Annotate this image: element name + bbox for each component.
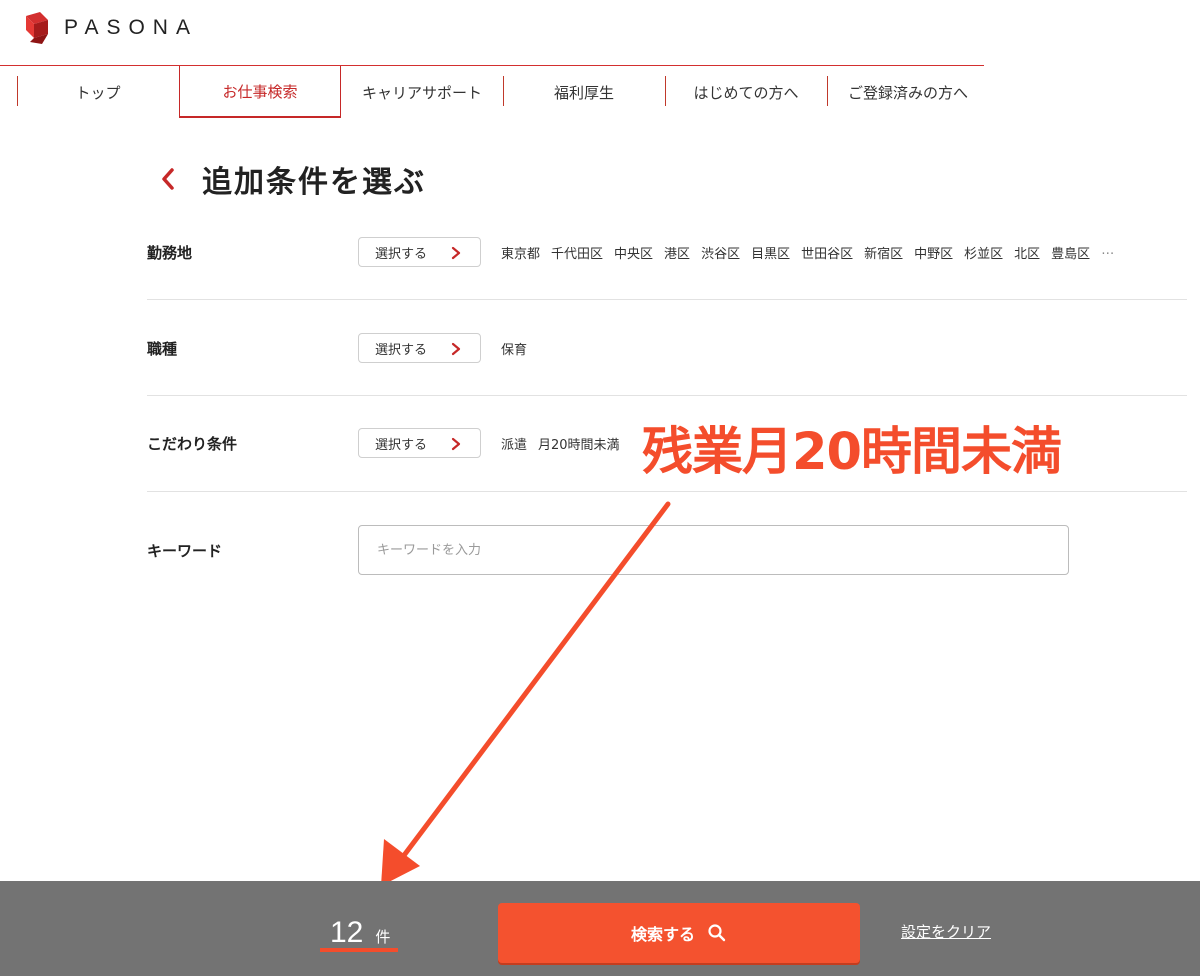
page-title: 追加条件を選ぶ xyxy=(202,165,426,200)
clear-settings-link[interactable]: 設定をクリア xyxy=(901,921,991,942)
annotation-underline xyxy=(320,948,398,952)
nav-item-label: お仕事検索 xyxy=(222,82,298,101)
preferences-values: 派遣 月20時間未満 xyxy=(501,434,631,453)
nav-item-label: ご登録済みの方へ xyxy=(847,83,968,102)
nav-item-benefits[interactable]: 福利厚生 xyxy=(503,66,665,118)
keyword-label: キーワード xyxy=(147,541,223,560)
location-value: 目黒区 xyxy=(751,246,791,262)
nav-item-career-support[interactable]: キャリアサポート xyxy=(341,66,503,118)
nav-item-label: はじめての方へ xyxy=(693,83,799,102)
nav-separator xyxy=(503,76,504,106)
nav-item-top[interactable]: トップ xyxy=(17,66,179,118)
chevron-right-icon xyxy=(451,246,461,260)
result-count-number: 12 xyxy=(330,916,364,949)
job-type-values: 保育 xyxy=(501,339,538,358)
search-icon xyxy=(708,924,726,942)
chevron-right-icon xyxy=(451,437,461,451)
job-type-select-button[interactable]: 選択する xyxy=(358,333,481,363)
annotation-arrow-icon xyxy=(381,501,671,886)
location-value: 豊島区 xyxy=(1051,246,1091,262)
location-value: 千代田区 xyxy=(551,246,604,262)
search-button[interactable]: 検索する xyxy=(498,903,860,963)
back-chevron-icon[interactable] xyxy=(150,161,186,197)
location-value: 港区 xyxy=(664,246,691,262)
condition-row-location: 勤務地 選択する 東京都 千代田区 中央区 港区 渋谷区 目黒区 世田谷区 新宿… xyxy=(147,236,1187,268)
select-button-label: 選択する xyxy=(375,437,428,453)
location-value: 新宿区 xyxy=(864,246,904,262)
condition-row-job-type: 職種 選択する 保育 xyxy=(147,332,1187,364)
location-value: 渋谷区 xyxy=(701,246,741,262)
pasona-logo-mark-icon xyxy=(26,12,48,44)
location-values: 東京都 千代田区 中央区 港区 渋谷区 目黒区 世田谷区 新宿区 中野区 杉並区… xyxy=(501,243,1125,262)
location-value: 北区 xyxy=(1014,246,1041,262)
nav-separator xyxy=(827,76,828,106)
nav-item-label: 福利厚生 xyxy=(553,83,614,102)
nav-item-label: キャリアサポート xyxy=(361,83,482,102)
annotation-text: 残業月20時間未満 xyxy=(642,423,1062,482)
location-value: 中央区 xyxy=(614,246,654,262)
pasona-logo[interactable]: PASONA xyxy=(24,12,198,44)
location-value-ellipsis: … xyxy=(1101,242,1115,258)
search-button-label: 検索する xyxy=(630,925,695,944)
location-label: 勤務地 xyxy=(147,243,193,262)
nav-separator xyxy=(17,76,18,106)
nav-separator xyxy=(665,76,666,106)
preference-value: 派遣 xyxy=(501,437,528,453)
row-divider xyxy=(147,299,1187,300)
preferences-label: こだわり条件 xyxy=(147,434,238,453)
location-select-button[interactable]: 選択する xyxy=(358,237,481,267)
job-type-value: 保育 xyxy=(501,342,528,358)
preferences-select-button[interactable]: 選択する xyxy=(358,428,481,458)
chevron-right-icon xyxy=(451,342,461,356)
location-value: 中野区 xyxy=(914,246,954,262)
nav-item-registered[interactable]: ご登録済みの方へ xyxy=(827,66,989,118)
result-count-unit: 件 xyxy=(375,928,391,946)
job-type-label: 職種 xyxy=(147,339,178,358)
global-nav: トップ お仕事検索 キャリアサポート 福利厚生 はじめての方へ ご登録済みの方へ xyxy=(17,66,989,118)
location-value: 東京都 xyxy=(501,246,541,262)
search-conditions-page: PASONA トップ お仕事検索 キャリアサポート 福利厚生 はじめての方へ ご… xyxy=(0,0,1200,976)
location-value: 杉並区 xyxy=(964,246,1004,262)
location-value: 世田谷区 xyxy=(801,246,854,262)
select-button-label: 選択する xyxy=(375,246,428,262)
row-divider xyxy=(147,491,1187,492)
result-count: 12 件 xyxy=(330,916,390,950)
row-divider xyxy=(147,395,1187,396)
nav-item-label: トップ xyxy=(75,83,121,102)
nav-item-first-time[interactable]: はじめての方へ xyxy=(665,66,827,118)
logo-text: PASONA xyxy=(64,16,198,39)
preference-value: 月20時間未満 xyxy=(538,437,620,453)
keyword-input[interactable] xyxy=(358,525,1069,575)
condition-row-keyword: キーワード xyxy=(147,524,1187,576)
nav-item-job-search[interactable]: お仕事検索 xyxy=(179,66,341,118)
select-button-label: 選択する xyxy=(375,342,428,358)
page-title-row: 追加条件を選ぶ xyxy=(150,156,426,202)
